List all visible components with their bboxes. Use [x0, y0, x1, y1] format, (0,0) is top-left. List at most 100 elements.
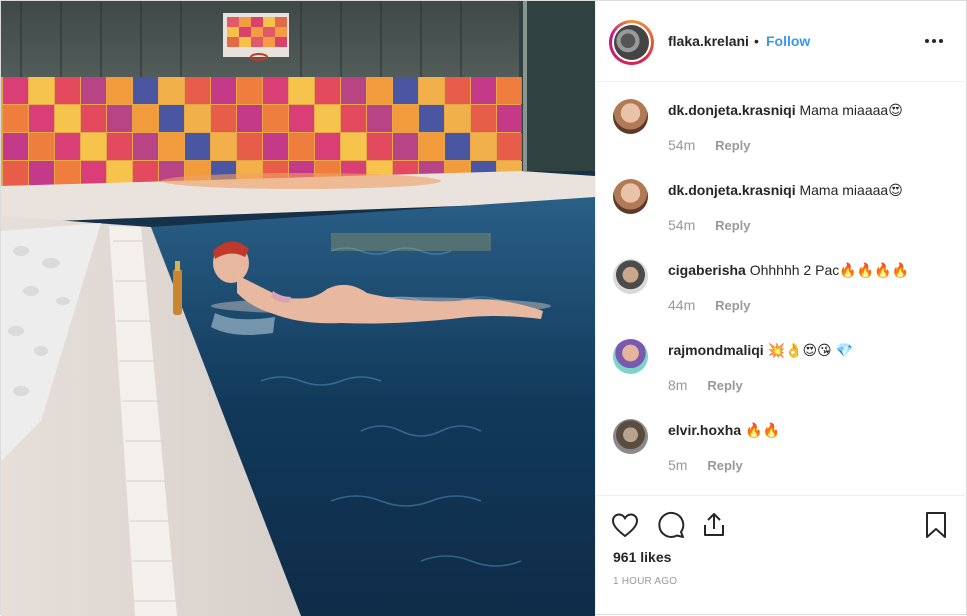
wall-tile: [81, 77, 106, 104]
author-username[interactable]: flaka.krelani: [668, 33, 749, 49]
wall-tile: [29, 161, 54, 188]
commenter-username[interactable]: dk.donjeta.krasniqi: [668, 182, 796, 198]
comment-time[interactable]: 5m: [668, 457, 687, 473]
comment-item: elvir.hoxha 🔥🔥 5m Reply: [596, 403, 967, 483]
post-timestamp[interactable]: 1 HOUR AGO: [613, 576, 677, 587]
wall-tile: [289, 105, 314, 132]
heart-icon[interactable]: [610, 510, 640, 540]
wall-tile: [315, 133, 340, 160]
author-avatar[interactable]: [609, 20, 654, 65]
wall-tile: [289, 133, 314, 160]
wall-tile: [237, 77, 262, 104]
comment-text: 🔥🔥: [745, 422, 780, 438]
wall-tile: [263, 133, 288, 160]
wall-tile: [289, 77, 314, 104]
comment-time[interactable]: 8m: [668, 377, 687, 393]
instagram-post: flaka.krelani • Follow dk.donjeta.krasni…: [0, 0, 967, 616]
wall-tile: [315, 105, 340, 132]
commenter-avatar[interactable]: [613, 259, 648, 294]
reply-button[interactable]: Reply: [715, 138, 750, 153]
wall-tile: [211, 133, 236, 160]
wall-tile: [133, 77, 158, 104]
wall-tile: [471, 133, 496, 160]
wall-tile: [107, 77, 132, 104]
wall-tile: [159, 105, 184, 132]
wall-tile: [393, 105, 418, 132]
wall-tile: [55, 105, 80, 132]
reply-button[interactable]: Reply: [715, 218, 750, 233]
comment-time[interactable]: 54m: [668, 137, 695, 153]
wall-tile: [159, 77, 184, 104]
wall-tile: [263, 105, 288, 132]
comment-item: dk.donjeta.krasniqi Mama miaaaa😍 54m Rep…: [596, 163, 967, 243]
wall-tile: [367, 77, 392, 104]
wall-tile: [29, 77, 54, 104]
commenter-avatar[interactable]: [613, 339, 648, 374]
wall-tile: [55, 77, 80, 104]
comment-text: Mama miaaaa😍: [799, 102, 903, 118]
wall-tile: [211, 105, 236, 132]
comment-time[interactable]: 44m: [668, 297, 695, 313]
wall-tile: [497, 77, 522, 104]
wall-tile: [445, 105, 470, 132]
commenter-username[interactable]: dk.donjeta.krasniqi: [668, 102, 796, 118]
wall-tile: [341, 105, 366, 132]
wall-tile: [419, 133, 444, 160]
comment-text: 💥👌😍😘 💎: [767, 342, 853, 358]
reply-button[interactable]: Reply: [715, 298, 750, 313]
wall-tile: [393, 133, 418, 160]
wall-tile: [419, 105, 444, 132]
comment-text: Ohhhhh 2 Pac🔥🔥🔥🔥: [749, 262, 909, 278]
comment-time[interactable]: 54m: [668, 217, 695, 233]
wall-tile: [471, 105, 496, 132]
more-options-icon[interactable]: [922, 29, 946, 53]
wall-tile: [81, 105, 106, 132]
commenter-avatar[interactable]: [613, 419, 648, 454]
wall-tile: [237, 105, 262, 132]
wall-tile: [341, 77, 366, 104]
post-side-panel: flaka.krelani • Follow dk.donjeta.krasni…: [595, 1, 967, 616]
commenter-username[interactable]: elvir.hoxha: [668, 422, 741, 438]
wall-tile: [211, 77, 236, 104]
bookmark-icon[interactable]: [921, 510, 951, 540]
wall-tile: [341, 133, 366, 160]
wall-tile: [3, 133, 28, 160]
wall-tile: [3, 77, 28, 104]
reply-button[interactable]: Reply: [707, 458, 742, 473]
comment-item: dk.donjeta.krasniqi Mama miaaaa😍 54m Rep…: [596, 83, 967, 163]
wall-tile: [497, 105, 522, 132]
wall-tile: [445, 133, 470, 160]
post-photo[interactable]: [1, 1, 595, 616]
basketball-backboard: [223, 13, 289, 61]
wall-tile: [55, 133, 80, 160]
wall-tile: [29, 105, 54, 132]
comments-list[interactable]: dk.donjeta.krasniqi Mama miaaaa😍 54m Rep…: [596, 83, 967, 495]
pool-photo-illustration: [1, 1, 595, 616]
wall-tile: [445, 77, 470, 104]
likes-count[interactable]: 961 likes: [613, 549, 671, 565]
follow-button[interactable]: Follow: [766, 33, 810, 49]
wall-tile: [237, 133, 262, 160]
comment-text: Mama miaaaa😍: [799, 182, 903, 198]
commenter-username[interactable]: rajmondmaliqi: [668, 342, 764, 358]
post-header: flaka.krelani • Follow: [596, 1, 967, 82]
share-icon[interactable]: [699, 510, 729, 540]
wall-tile: [107, 133, 132, 160]
comment-icon[interactable]: [656, 510, 686, 540]
wall-tile: [497, 133, 522, 160]
wall-tile: [471, 77, 496, 104]
commenter-username[interactable]: cigaberisha: [668, 262, 746, 278]
wall-tile: [367, 105, 392, 132]
wall-tile: [185, 77, 210, 104]
wall-tile: [315, 77, 340, 104]
commenter-avatar[interactable]: [613, 179, 648, 214]
wall-tile: [29, 133, 54, 160]
comment-item: cigaberisha Ohhhhh 2 Pac🔥🔥🔥🔥 44m Reply: [596, 243, 967, 323]
wall-tile: [185, 105, 210, 132]
wall-tile: [159, 133, 184, 160]
post-actions: 961 likes 1 HOUR AGO: [596, 495, 967, 616]
wall-tile: [419, 77, 444, 104]
commenter-avatar[interactable]: [613, 99, 648, 134]
wall-tile: [393, 77, 418, 104]
reply-button[interactable]: Reply: [707, 378, 742, 393]
